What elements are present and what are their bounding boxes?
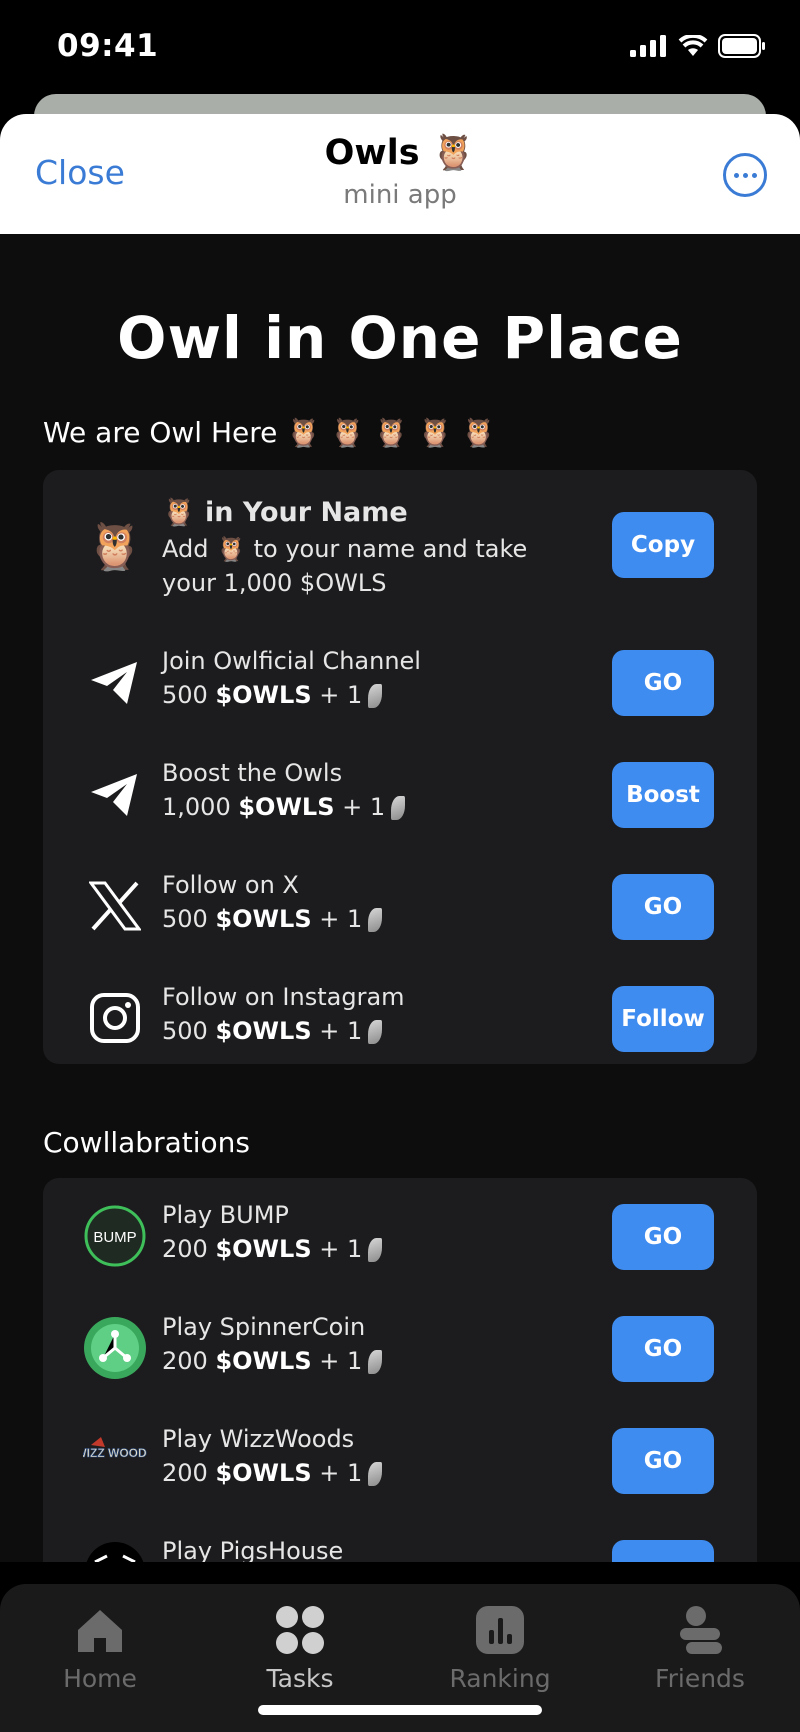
home-icon xyxy=(78,1610,122,1652)
task-title: Follow on X xyxy=(162,871,299,899)
feather-icon xyxy=(368,908,383,932)
tab-ranking[interactable]: Ranking xyxy=(400,1604,600,1693)
bump-logo: BUMP xyxy=(83,1204,147,1268)
wizzwoods-logo: WIZZ WOODS xyxy=(83,1428,147,1492)
tasks-icon xyxy=(276,1606,324,1654)
app-subtitle: mini app xyxy=(343,180,457,210)
collab-row-bump: BUMP Play BUMP 200 $OWLS + 1 GO xyxy=(43,1201,757,1274)
pigshouse-logo xyxy=(83,1540,147,1562)
wizzwoods-logo-text: WIZZ WOODS xyxy=(83,1446,147,1460)
dot-icon xyxy=(751,172,757,178)
telegram-icon xyxy=(83,650,147,714)
task-row-name: 🦉 🦉 in Your Name Add 🦉 to your name and … xyxy=(43,496,757,606)
friends-icon xyxy=(680,1606,722,1654)
task-reward: 1,000 $OWLS + 1 xyxy=(162,790,406,824)
dot-icon xyxy=(742,172,748,178)
task-row-boost: Boost the Owls 1,000 $OWLS + 1 Boost xyxy=(43,759,757,832)
section-title-owl-here: We are Owl Here 🦉 🦉 🦉 🦉 🦉 xyxy=(43,416,497,449)
copy-button[interactable]: Copy xyxy=(612,512,714,578)
task-reward: 200 $OWLS + 1 xyxy=(162,1232,383,1266)
tab-tasks[interactable]: Tasks xyxy=(200,1604,400,1693)
go-button[interactable]: GO xyxy=(612,650,714,716)
page-title: Owl in One Place xyxy=(117,304,683,372)
status-icons xyxy=(630,34,766,58)
task-title: Join Owlficial Channel xyxy=(162,647,421,675)
task-reward: 500 $OWLS + 1 xyxy=(162,902,383,936)
collab-row-pigshouse: Play PigsHouse GO xyxy=(43,1537,757,1562)
collabs-card: BUMP Play BUMP 200 $OWLS + 1 GO Play Spi… xyxy=(43,1178,757,1562)
feather-icon xyxy=(368,684,383,708)
home-indicator xyxy=(258,1705,542,1715)
tab-label: Friends xyxy=(655,1664,745,1693)
task-title: Boost the Owls xyxy=(162,759,343,787)
task-title: Play SpinnerCoin xyxy=(162,1313,366,1341)
tasks-content[interactable]: Owl in One Place We are Owl Here 🦉 🦉 🦉 🦉… xyxy=(0,234,800,1562)
owl-icon: 🦉 xyxy=(86,518,144,573)
feather-icon xyxy=(368,1020,383,1044)
go-button[interactable]: GO xyxy=(612,1316,714,1382)
bump-logo-text: BUMP xyxy=(93,1229,136,1246)
tab-label: Ranking xyxy=(449,1664,551,1693)
task-title: Follow on Instagram xyxy=(162,983,405,1011)
collab-row-spinnercoin: Play SpinnerCoin 200 $OWLS + 1 GO xyxy=(43,1313,757,1386)
task-reward: 200 $OWLS + 1 xyxy=(162,1456,383,1490)
owl-tasks-card: 🦉 🦉 in Your Name Add 🦉 to your name and … xyxy=(43,470,757,1064)
tab-friends[interactable]: Friends xyxy=(600,1604,800,1693)
instagram-icon xyxy=(83,986,147,1050)
tab-label: Home xyxy=(63,1664,137,1693)
task-row-x: Follow on X 500 $OWLS + 1 GO xyxy=(43,871,757,944)
dot-icon xyxy=(733,172,739,178)
go-button[interactable]: GO xyxy=(612,874,714,940)
task-title: Play PigsHouse xyxy=(162,1537,344,1562)
follow-button[interactable]: Follow xyxy=(612,986,714,1052)
tab-home[interactable]: Home xyxy=(0,1604,200,1693)
collab-row-wizzwoods: WIZZ WOODS Play WizzWoods 200 $OWLS + 1 … xyxy=(43,1425,757,1498)
task-reward: 500 $OWLS + 1 xyxy=(162,1014,405,1048)
go-button[interactable]: GO xyxy=(612,1540,714,1562)
section-title-collabs: Cowllabrations xyxy=(43,1126,250,1159)
status-time: 09:41 xyxy=(57,28,159,64)
status-bar: 09:41 xyxy=(0,0,800,96)
signal-icon xyxy=(630,35,666,57)
feather-icon xyxy=(391,796,406,820)
app-title: Owls 🦉 xyxy=(324,133,476,173)
feather-icon xyxy=(368,1238,383,1262)
task-row-channel: Join Owlficial Channel 500 $OWLS + 1 GO xyxy=(43,647,757,720)
task-title: 🦉 in Your Name xyxy=(162,497,408,528)
spinnercoin-logo xyxy=(83,1316,147,1380)
task-title: Play WizzWoods xyxy=(162,1425,355,1453)
feather-icon xyxy=(368,1462,383,1486)
tab-label: Tasks xyxy=(266,1664,334,1693)
battery-icon xyxy=(718,34,765,58)
task-row-instagram: Follow on Instagram 500 $OWLS + 1 Follow xyxy=(43,983,757,1056)
ranking-icon xyxy=(476,1606,524,1654)
boost-button[interactable]: Boost xyxy=(612,762,714,828)
task-reward: 500 $OWLS + 1 xyxy=(162,678,421,712)
more-options-button[interactable] xyxy=(723,153,767,197)
wifi-icon xyxy=(678,35,708,56)
telegram-icon xyxy=(83,762,147,826)
task-reward: 200 $OWLS + 1 xyxy=(162,1344,383,1378)
x-icon xyxy=(83,874,147,938)
task-description: Add 🦉 to your name and take your 1,000 $… xyxy=(162,535,528,597)
go-button[interactable]: GO xyxy=(612,1204,714,1270)
go-button[interactable]: GO xyxy=(612,1428,714,1494)
task-title: Play BUMP xyxy=(162,1201,289,1229)
feather-icon xyxy=(368,1350,383,1374)
